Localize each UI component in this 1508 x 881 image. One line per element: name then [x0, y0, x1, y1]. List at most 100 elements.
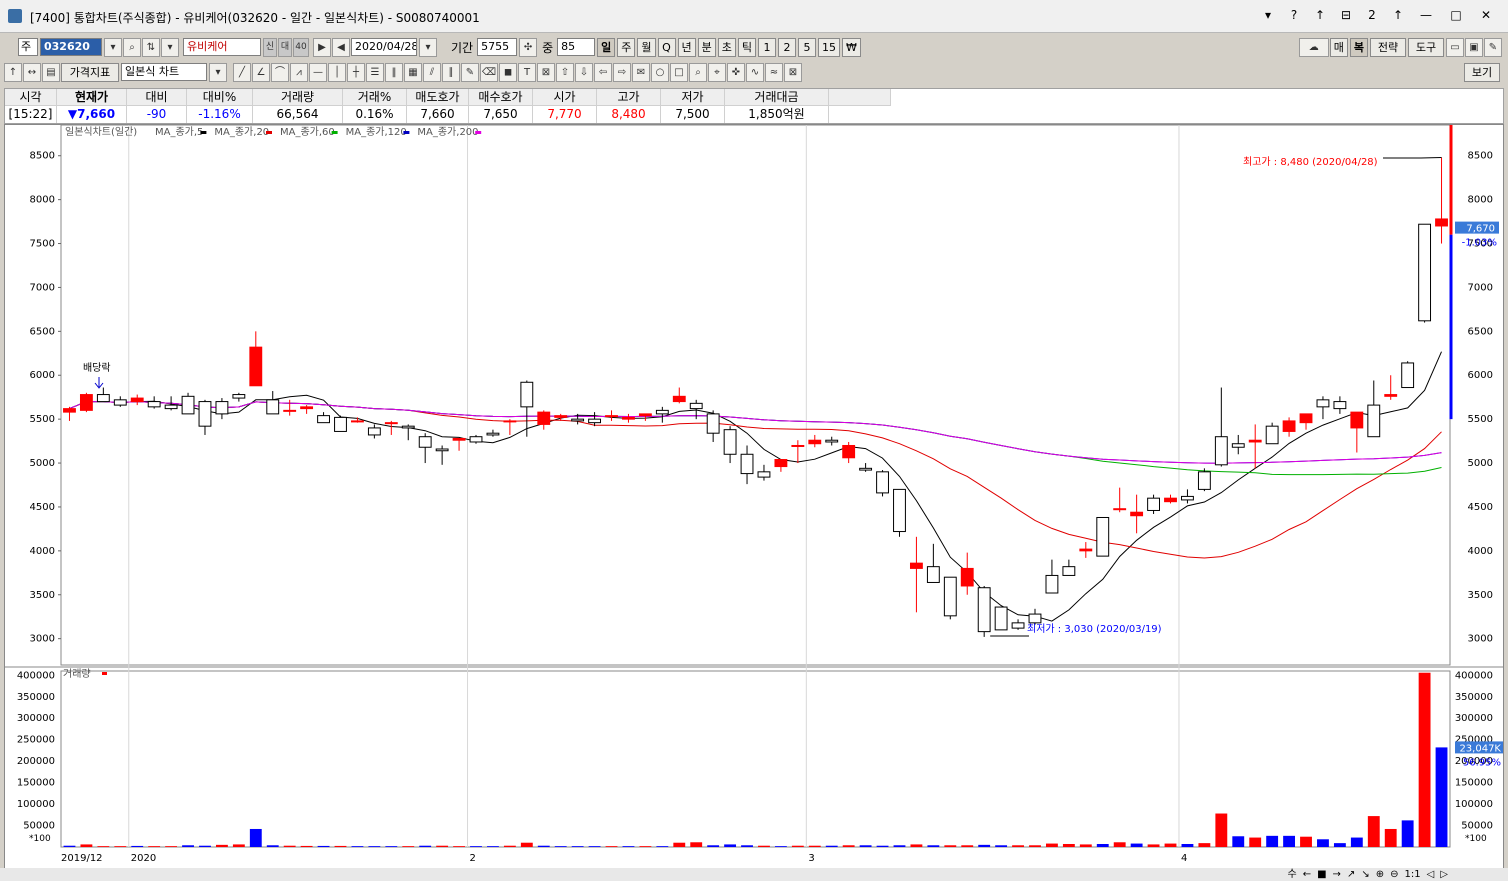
- stock-name-field[interactable]: 유비케어: [183, 38, 261, 56]
- bottom-control-7[interactable]: ⊖: [1390, 868, 1398, 881]
- angle-tool-icon[interactable]: ∠: [252, 62, 270, 82]
- note-tool-icon[interactable]: ✉: [632, 62, 650, 82]
- interval-tick[interactable]: 틱: [737, 37, 757, 57]
- cloud-icon[interactable]: ☁: [1298, 37, 1329, 57]
- interval-quarter[interactable]: Q: [657, 37, 676, 57]
- candle-body: [706, 413, 720, 434]
- text-tool-icon[interactable]: T: [518, 62, 536, 82]
- interval-2[interactable]: 2: [778, 37, 797, 57]
- next-icon[interactable]: ▶: [313, 37, 331, 57]
- eraser-tool-icon[interactable]: ⌫: [480, 62, 498, 82]
- price-y-tick-label-right: 7000: [1468, 282, 1493, 293]
- line-tool-icon[interactable]: ╱: [233, 62, 251, 82]
- candle-body: [1214, 436, 1228, 466]
- chart-panel[interactable]: 2019/12 2020 2 3 4 3000 3000 3500 3500 4000 4000 45…: [4, 124, 1504, 870]
- quote-header: 대비: [127, 89, 187, 106]
- interval-15[interactable]: 15: [818, 37, 841, 57]
- select-tool-icon[interactable]: ⌖: [708, 62, 726, 82]
- expand-icon[interactable]: ↔: [23, 62, 41, 82]
- bottom-control-5[interactable]: ↘: [1361, 868, 1369, 881]
- circle-tool-icon[interactable]: ○: [651, 62, 669, 82]
- pen-tool-icon[interactable]: ✎: [461, 62, 479, 82]
- clear-tool-icon[interactable]: ⊠: [784, 62, 802, 82]
- interval-second[interactable]: 초: [717, 37, 736, 57]
- count-input[interactable]: 85: [557, 38, 596, 56]
- interval-week[interactable]: 주: [617, 37, 636, 57]
- bottom-control-6[interactable]: ⊕: [1376, 868, 1384, 881]
- list-dropdown-icon[interactable]: ▾: [161, 37, 179, 57]
- interval-5[interactable]: 5: [798, 37, 817, 57]
- fan-tool-icon[interactable]: ⩘: [290, 62, 308, 82]
- arrow-right-tool-icon[interactable]: ⇨: [613, 62, 631, 82]
- bottom-control-10[interactable]: ▷: [1440, 868, 1448, 881]
- view-button[interactable]: 보기: [1464, 62, 1500, 82]
- maximize-button[interactable]: □: [1444, 6, 1468, 24]
- interval-month[interactable]: 월: [637, 37, 656, 57]
- target-tool-icon[interactable]: ✜: [727, 62, 745, 82]
- sort-icon[interactable]: ⇅: [142, 37, 160, 57]
- wrench-icon[interactable]: ✎: [1484, 37, 1502, 57]
- bottom-control-3[interactable]: →: [1333, 868, 1341, 881]
- zoom-tool-icon[interactable]: ⌕: [689, 62, 707, 82]
- channel-tool-icon[interactable]: ⫽: [423, 62, 441, 82]
- table-tool-icon[interactable]: ▦: [404, 62, 422, 82]
- save-icon[interactable]: ▣: [1465, 37, 1483, 57]
- move-icon[interactable]: ✣: [519, 37, 538, 57]
- pin-icon[interactable]: ↑: [1310, 6, 1330, 24]
- bottom-control-1[interactable]: ←: [1303, 868, 1311, 881]
- chart-type-dropdown-icon[interactable]: ▾: [209, 62, 227, 82]
- folder-icon[interactable]: ▭: [1446, 37, 1464, 57]
- close-button[interactable]: ✕: [1474, 6, 1498, 24]
- prev-icon[interactable]: ◀: [332, 37, 350, 57]
- stock-code-input[interactable]: 032620: [40, 38, 102, 56]
- bars-tool-icon[interactable]: ‖: [385, 62, 403, 82]
- currency-button[interactable]: ₩: [842, 37, 861, 57]
- help-icon[interactable]: ?: [1284, 6, 1304, 24]
- vline-tool-icon[interactable]: │: [328, 62, 346, 82]
- bottom-control-4[interactable]: ↗: [1347, 868, 1355, 881]
- interval-day[interactable]: 일: [597, 37, 616, 57]
- arrow-up-tool-icon[interactable]: ⇧: [556, 62, 574, 82]
- volume-bar: [215, 844, 228, 847]
- code-dropdown-icon[interactable]: ▾: [104, 37, 122, 57]
- up-arrow-icon[interactable]: ↑: [4, 62, 22, 82]
- grid-tool-icon[interactable]: ┼: [347, 62, 365, 82]
- bottom-control-8[interactable]: 1:1: [1405, 868, 1421, 881]
- up-arrow-icon[interactable]: ↑: [1388, 6, 1408, 24]
- strategy-button[interactable]: 전략: [1370, 37, 1406, 57]
- interval-year[interactable]: 년: [677, 37, 696, 57]
- tools-button[interactable]: 도구: [1408, 37, 1444, 57]
- market-select[interactable]: 주: [18, 38, 38, 56]
- dropdown-icon[interactable]: ▾: [1258, 6, 1278, 24]
- arrow-down-tool-icon[interactable]: ⇩: [575, 62, 593, 82]
- hline-tool-icon[interactable]: —: [309, 62, 327, 82]
- chart-type-select[interactable]: 일본식 차트: [121, 63, 207, 81]
- price-indicator-button[interactable]: 가격지표: [61, 62, 119, 82]
- parallel-tool-icon[interactable]: ∥: [442, 62, 460, 82]
- search-icon[interactable]: ⌕: [123, 37, 141, 57]
- screen-number[interactable]: 2: [1362, 6, 1382, 24]
- indicator-icon[interactable]: ▤: [42, 62, 60, 82]
- arrow-left-tool-icon[interactable]: ⇦: [594, 62, 612, 82]
- color-tool-icon[interactable]: ◼: [499, 62, 517, 82]
- interval-minute[interactable]: 분: [697, 37, 716, 57]
- calendar-dropdown-icon[interactable]: ▾: [419, 37, 437, 57]
- period-input[interactable]: 5755: [477, 38, 518, 56]
- fib-tool-icon[interactable]: ☰: [366, 62, 384, 82]
- pattern-tool-icon[interactable]: ≈: [765, 62, 783, 82]
- multi-button[interactable]: 복: [1349, 37, 1368, 57]
- date-input[interactable]: 2020/04/28: [351, 38, 417, 56]
- chart-svg[interactable]: 2019/12 2020 2 3 4 3000 3000 3500 3500 4000 4000 45…: [5, 125, 1503, 869]
- layout-icon[interactable]: ⊟: [1336, 6, 1356, 24]
- candle-body: [1113, 508, 1127, 511]
- delete-tool-icon[interactable]: ⊠: [537, 62, 555, 82]
- bottom-control-0[interactable]: 수: [1288, 868, 1297, 881]
- rect-tool-icon[interactable]: □: [670, 62, 688, 82]
- wave-tool-icon[interactable]: ∿: [746, 62, 764, 82]
- bottom-control-9[interactable]: ◁: [1427, 868, 1435, 881]
- bottom-control-2[interactable]: ■: [1317, 868, 1326, 881]
- minimize-button[interactable]: —: [1414, 6, 1438, 24]
- interval-1[interactable]: 1: [758, 37, 777, 57]
- arc-tool-icon[interactable]: ⌒: [271, 62, 289, 82]
- trade-button[interactable]: 매: [1329, 37, 1348, 57]
